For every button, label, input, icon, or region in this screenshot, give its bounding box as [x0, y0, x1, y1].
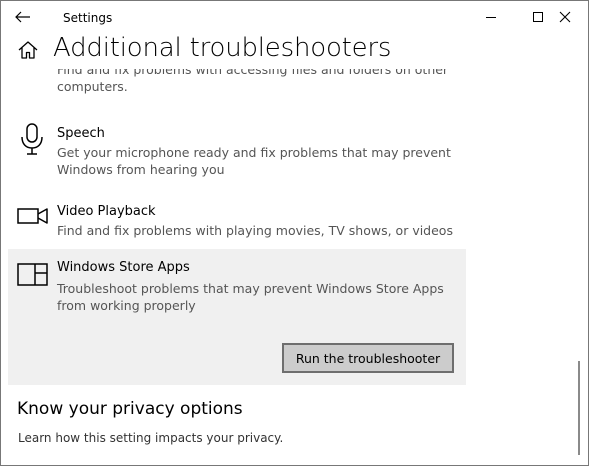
app-title: Settings: [63, 11, 113, 25]
maximize-icon: [533, 12, 543, 22]
home-icon: [18, 41, 38, 59]
run-troubleshooter-button[interactable]: Run the troubleshooter: [282, 343, 454, 373]
list-item-video-playback[interactable]: Video Playback Find and fix problems wit…: [1, 200, 571, 244]
microphone-icon: [21, 123, 43, 155]
item-title: Speech: [57, 126, 105, 141]
minimize-button[interactable]: [472, 1, 508, 33]
title-bar: Settings: [1, 1, 588, 33]
close-icon: [559, 11, 571, 23]
home-button[interactable]: [17, 39, 39, 61]
troubleshooter-list: Find and fix problems with accessing fil…: [1, 69, 571, 465]
item-description: Troubleshoot problems that may prevent W…: [57, 281, 444, 313]
back-button[interactable]: [11, 7, 37, 27]
list-item-shared-folders[interactable]: Find and fix problems with accessing fil…: [1, 69, 571, 101]
video-camera-icon: [17, 208, 48, 224]
scrollbar-thumb[interactable]: [578, 361, 580, 455]
shared-folders-icon: [17, 69, 47, 73]
list-item-windows-store-apps[interactable]: Windows Store Apps Troubleshoot problems…: [8, 249, 466, 385]
item-title: Windows Store Apps: [57, 260, 190, 275]
store-apps-icon: [17, 263, 48, 286]
list-item-speech[interactable]: Speech Get your microphone ready and fix…: [1, 122, 571, 184]
item-description: Get your microphone ready and fix proble…: [57, 145, 451, 177]
item-title: Video Playback: [57, 204, 156, 219]
minimize-icon: [486, 17, 496, 18]
item-description: Find and fix problems with playing movie…: [57, 223, 453, 238]
settings-window: Settings Additional troubleshooters Find…: [0, 0, 589, 466]
privacy-heading: Know your privacy options: [17, 399, 243, 419]
back-arrow-icon: [15, 11, 30, 23]
page-title: Additional troubleshooters: [53, 33, 392, 63]
item-description: Find and fix problems with accessing fil…: [57, 69, 449, 94]
close-button[interactable]: [546, 1, 582, 33]
privacy-link[interactable]: Learn how this setting impacts your priv…: [18, 431, 283, 445]
